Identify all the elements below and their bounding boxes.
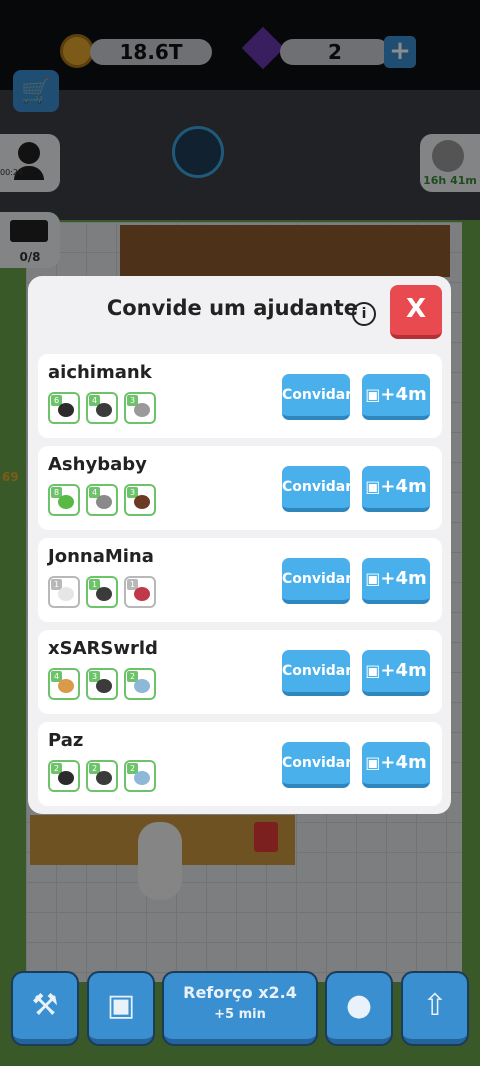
ad-bonus-label: +4m <box>380 384 427 405</box>
close-button[interactable]: X <box>390 285 442 339</box>
helper-card: JonnaMina 1 1 1 Convidar ▣+4m <box>38 538 442 622</box>
invite-button[interactable]: Convidar <box>282 742 352 788</box>
boost-title: Reforço x2.4 <box>183 983 297 1002</box>
watch-ad-button[interactable]: ▣+4m <box>362 558 430 604</box>
watch-ad-button[interactable]: ▣+4m <box>362 650 430 696</box>
ad-bonus-label: +4m <box>380 568 427 589</box>
staff-button[interactable]: ● <box>327 973 391 1044</box>
invite-button[interactable]: Convidar <box>282 558 352 604</box>
bowl-icon: 1 <box>86 576 118 608</box>
helper-card: Paz 2 2 2 Convidar ▣+4m <box>38 722 442 806</box>
helper-card: xSARSwrld 4 3 2 Convidar ▣+4m <box>38 630 442 714</box>
video-icon: ▣ <box>365 661 381 680</box>
bowl-shape <box>96 679 112 693</box>
cake-icon: 4 <box>48 668 80 700</box>
invite-button[interactable]: Convidar <box>282 650 352 696</box>
safe-button[interactable]: ▣ <box>89 973 153 1044</box>
ad-bonus-label: +4m <box>380 660 427 681</box>
bowl-icon: 4 <box>86 392 118 424</box>
mixer-icon: 4 <box>86 484 118 516</box>
hat-icon: 1 <box>48 576 80 608</box>
ladle-icon: 1 <box>124 576 156 608</box>
pan-icon: 2 <box>48 760 80 792</box>
helper-name: aichimank <box>48 362 152 383</box>
cap-icon: 8 <box>48 484 80 516</box>
bowl-shape <box>96 403 112 417</box>
helper-name: xSARSwrld <box>48 638 158 659</box>
helper-name: Paz <box>48 730 84 751</box>
helper-card: aichimank 6 4 3 Convidar ▣+4m <box>38 354 442 438</box>
bowl-icon: 2 <box>86 760 118 792</box>
invite-button[interactable]: Convidar <box>282 374 352 420</box>
cap-shape <box>58 495 74 509</box>
pan-shape <box>58 771 74 785</box>
invite-button[interactable]: Convidar <box>282 466 352 512</box>
info-icon[interactable]: i <box>352 302 376 326</box>
whisk-shape <box>134 771 150 785</box>
hat-shape <box>58 587 74 601</box>
grater-shape <box>134 403 150 417</box>
arrow-up-icon: ⇧ <box>422 988 448 1023</box>
video-icon: ▣ <box>365 385 381 404</box>
whisk-icon: 2 <box>124 760 156 792</box>
helper-name: Ashybaby <box>48 454 147 475</box>
watch-ad-button[interactable]: ▣+4m <box>362 374 430 420</box>
whisk-icon: 2 <box>124 668 156 700</box>
watch-ad-button[interactable]: ▣+4m <box>362 466 430 512</box>
cake-shape <box>58 679 74 693</box>
watch-ad-button[interactable]: ▣+4m <box>362 742 430 788</box>
grater-icon: 3 <box>124 392 156 424</box>
hammer-icon: ⚒ <box>31 988 59 1023</box>
video-icon: ▣ <box>365 569 381 588</box>
video-icon: ▣ <box>365 477 381 496</box>
ad-bonus-label: +4m <box>380 476 427 497</box>
pan-icon: 6 <box>48 392 80 424</box>
person-icon: ● <box>345 988 373 1023</box>
bowl-shape <box>96 771 112 785</box>
boost-subtitle: +5 min <box>214 1007 266 1022</box>
bowl-icon: 3 <box>86 668 118 700</box>
build-button[interactable]: ⚒ <box>13 973 77 1044</box>
ad-bonus-label: +4m <box>380 752 427 773</box>
bowl-shape <box>96 587 112 601</box>
pan-shape <box>58 403 74 417</box>
helper-card: Ashybaby 8 4 3 Convidar ▣+4m <box>38 446 442 530</box>
spatula-shape <box>134 495 150 509</box>
ladle-shape <box>134 587 150 601</box>
boost-button[interactable]: Reforço x2.4 +5 min <box>164 973 316 1044</box>
upgrade-button[interactable]: ⇧ <box>403 973 467 1044</box>
spatula-icon: 3 <box>124 484 156 516</box>
modal-title: Convide um ajudante <box>106 296 358 320</box>
helper-name: JonnaMina <box>48 546 154 567</box>
mixer-shape <box>96 495 112 509</box>
whisk-shape <box>134 679 150 693</box>
video-icon: ▣ <box>365 753 381 772</box>
safe-icon: ▣ <box>106 988 136 1023</box>
